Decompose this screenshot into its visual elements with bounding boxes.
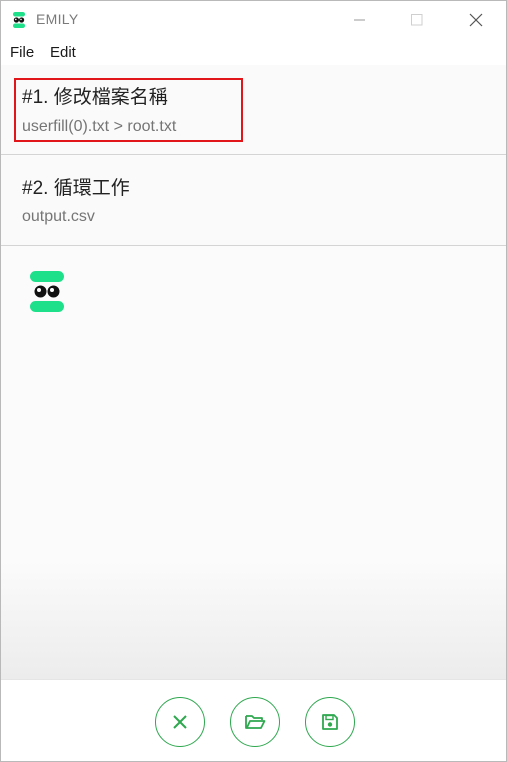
task-subtitle: output.csv (22, 208, 95, 225)
mascot-icon (30, 271, 64, 318)
maximize-icon (411, 14, 423, 26)
action-bar (1, 679, 506, 761)
close-icon (173, 715, 187, 729)
window-title: EMILY (36, 11, 79, 27)
menu-file[interactable]: File (10, 44, 34, 61)
task-title: #1. 修改檔案名稱 (22, 87, 168, 108)
task-item[interactable]: #1. 修改檔案名稱 userfill(0).txt > root.txt (1, 65, 506, 155)
task-subtitle: userfill(0).txt > root.txt (22, 118, 177, 135)
task-title: #2. 循環工作 (22, 178, 130, 199)
title-bar[interactable]: EMILY (1, 1, 506, 39)
task-item[interactable]: #2. 循環工作 output.csv (1, 156, 506, 246)
folder-open-icon (245, 715, 266, 729)
app-window: EMILY File Edit #1. 修改檔案名稱 userfill(0).t… (0, 0, 507, 762)
minimize-button[interactable] (337, 1, 383, 39)
menu-edit[interactable]: Edit (50, 44, 76, 61)
close-icon (469, 13, 483, 27)
list-fade (1, 561, 506, 679)
minimize-icon (354, 19, 365, 21)
save-icon (322, 714, 338, 730)
menu-bar: File Edit (1, 39, 506, 66)
app-logo-icon (12, 12, 26, 33)
maximize-button[interactable] (394, 1, 440, 39)
close-window-button[interactable] (453, 1, 499, 39)
open-folder-button[interactable] (230, 697, 280, 747)
save-button[interactable] (305, 697, 355, 747)
cancel-button[interactable] (155, 697, 205, 747)
